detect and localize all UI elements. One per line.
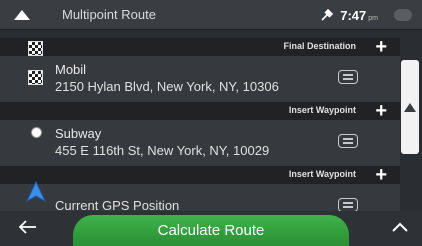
stop-address: 455 E 116th St, New York, NY, 10029	[55, 143, 270, 158]
gps-satellite-icon	[321, 8, 334, 21]
stop-address: 2150 Hylan Blvd, New York, NY, 10306	[55, 79, 279, 94]
route-list: Final Destination + Mobil 2150 Hylan Blv…	[0, 30, 400, 230]
clock: 7:47	[340, 7, 367, 23]
insert-waypoint-row: Insert Waypoint +	[0, 165, 400, 185]
insert-waypoint-button[interactable]: +	[375, 101, 387, 121]
list-item[interactable]: Subway 455 E 116th St, New York, NY, 100…	[0, 120, 400, 166]
final-destination-row: Final Destination +	[0, 37, 400, 57]
insert-waypoint-button[interactable]: +	[375, 165, 387, 185]
stop-name: Subway	[55, 126, 102, 141]
insert-waypoint-label: Insert Waypoint	[288, 105, 356, 115]
add-destination-button[interactable]: +	[375, 37, 387, 57]
stop-menu-button[interactable]	[338, 198, 358, 212]
chevron-up-icon[interactable]	[392, 222, 408, 232]
top-bar: Multipoint Route 7:47 pm	[0, 0, 422, 30]
waypoint-dot-icon	[31, 127, 42, 138]
insert-waypoint-label: Insert Waypoint	[288, 169, 356, 179]
triangle-up-icon	[404, 102, 416, 112]
bottom-bar: Calculate Route	[0, 211, 422, 246]
back-arrow-icon[interactable]	[18, 219, 38, 235]
menu-up-button[interactable]	[0, 0, 44, 29]
page-title: Multipoint Route	[62, 7, 156, 22]
calculate-route-button[interactable]: Calculate Route	[73, 215, 349, 246]
clock-ampm: pm	[368, 14, 378, 22]
stop-name: Mobil	[55, 62, 87, 77]
message-icon[interactable]	[394, 9, 412, 21]
list-item[interactable]: Mobil 2150 Hylan Blvd, New York, NY, 103…	[0, 56, 400, 102]
destination-flag-icon	[28, 70, 43, 85]
insert-waypoint-row: Insert Waypoint +	[0, 101, 400, 121]
stop-menu-button[interactable]	[338, 134, 358, 148]
flag-icon	[28, 41, 43, 56]
scroll-up-button[interactable]	[401, 60, 419, 154]
triangle-up-icon	[14, 9, 30, 20]
scrollbar[interactable]	[400, 30, 422, 210]
status-area: 7:47 pm	[320, 5, 412, 25]
stop-menu-button[interactable]	[338, 70, 358, 84]
gps-arrow-icon	[25, 181, 47, 203]
final-destination-label: Final Destination	[283, 41, 356, 51]
